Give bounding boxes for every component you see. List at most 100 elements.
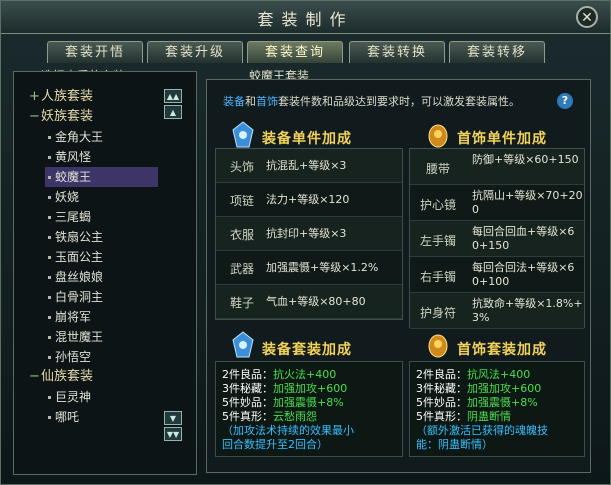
table-row: 护身符 抗致命+等级×1.8%+ 3% <box>410 293 584 329</box>
tab-suit-convert[interactable]: 套装转换 <box>349 41 445 63</box>
close-button[interactable]: ✕ <box>576 6 598 28</box>
table-row: 鞋子 气血+等级×80+80 <box>216 285 402 319</box>
bullet-icon <box>48 136 51 139</box>
set-bonus: 加强震慑+8% <box>467 396 538 409</box>
attr-value: 每回合回法+等级×6 <box>472 261 575 274</box>
set-bonus: 云愁雨怨 <box>273 410 317 423</box>
slot-label: 衣服 <box>230 228 255 242</box>
attr-value: 加强震慑+等级×1.2% <box>266 261 379 274</box>
table-row: 护心镜 抗隔山+等级×70+20 0 <box>410 185 584 221</box>
scroll-up-button[interactable]: ▲ <box>164 105 182 119</box>
blue-gem-icon <box>232 331 254 358</box>
scroll-bottom-button[interactable]: ▼▼ <box>164 427 182 441</box>
tree-item[interactable]: 妖娆 <box>29 187 159 207</box>
set-tier: 2件良品： <box>222 368 273 381</box>
slot-label: 头饰 <box>230 160 255 174</box>
bullet-icon <box>48 416 51 419</box>
tree-item[interactable]: 巨灵神 <box>29 387 159 407</box>
attr-value-cont: 3% <box>472 311 490 324</box>
set-line: 5件真形：阴蛊断情 <box>416 410 511 423</box>
set-tier: 5件妙品： <box>222 396 273 409</box>
slot-label: 左手镯 <box>420 234 457 248</box>
tab-suit-enlighten[interactable]: 套装开悟 <box>47 41 143 63</box>
info-text: 装备和首饰套装件数和品级达到要求时，可以激发套装属性。 <box>223 93 520 109</box>
table-row: 左手镯 每回合回血+等级×6 0+150 <box>410 221 584 257</box>
set-bonus: 加强震慑+8% <box>273 396 344 409</box>
tree-item[interactable]: 铁扇公主 <box>29 227 159 247</box>
set-line: 3件秘藏：加强加攻+600 <box>222 382 347 395</box>
table-row: 项链 法力+等级×120 <box>216 183 402 217</box>
tree-item[interactable]: 混世魔王 <box>29 327 159 347</box>
attr-value-cont: 0 <box>472 203 479 216</box>
tree-label: 巨灵神 <box>55 390 92 404</box>
scroll-down-button[interactable]: ▼ <box>164 411 182 425</box>
tree-label: 铁扇公主 <box>55 230 104 244</box>
attr-value: 气血+等级×80+80 <box>266 295 366 308</box>
tree-item[interactable]: 哪吒 <box>29 407 159 427</box>
tree-scrollbar[interactable]: ▲▲ ▲ ▼ ▼▼ <box>164 89 182 443</box>
tree-label: 盘丝娘娘 <box>55 270 104 284</box>
tree-category[interactable]: −妖族套装 <box>29 107 159 127</box>
slot-label: 项链 <box>230 194 255 208</box>
attr-value: 抗混乱+等级×3 <box>266 159 347 172</box>
bullet-icon <box>48 216 51 219</box>
jewel-set-title: 首饰套装加成 <box>457 342 547 358</box>
table-row: 武器 加强震慑+等级×1.2% <box>216 251 402 285</box>
tree-item[interactable]: 玉面公主 <box>29 247 159 267</box>
title-bar: 套装制作 ✕ <box>1 1 610 34</box>
set-bonus: 阴蛊断情 <box>467 410 511 423</box>
tab-suit-transfer[interactable]: 套装转移 <box>449 41 545 63</box>
tree-label: 崩将军 <box>55 310 92 324</box>
scroll-top-button[interactable]: ▲▲ <box>164 89 182 103</box>
slot-label: 右手镯 <box>420 270 457 284</box>
set-tier: 5件真形： <box>222 410 273 423</box>
attr-value: 每回合回血+等级×6 <box>472 225 575 238</box>
tree-item[interactable]: 孙悟空 <box>29 347 159 367</box>
collapse-icon[interactable]: − <box>29 107 41 127</box>
tree-item[interactable]: 三尾蝎 <box>29 207 159 227</box>
bullet-icon <box>48 176 51 179</box>
equip-single-title: 装备单件加成 <box>262 131 352 147</box>
bullet-icon <box>48 296 51 299</box>
attr-value: 防御+等级×60+150 <box>472 153 579 166</box>
tab-suit-upgrade[interactable]: 套装升级 <box>147 41 243 63</box>
equip-set-note-2: 回合数提升至2回合） <box>222 438 328 451</box>
tree-item[interactable]: 白骨洞主 <box>29 287 159 307</box>
tree-label: 孙悟空 <box>55 350 92 364</box>
attr-value: 抗隔山+等级×70+20 <box>472 189 583 202</box>
attr-value: 抗致命+等级×1.8%+ <box>472 297 583 310</box>
slot-label: 武器 <box>230 262 255 276</box>
set-bonus: 抗风法+400 <box>467 368 531 381</box>
info-and: 和 <box>245 95 256 108</box>
tree-item[interactable]: 金角大王 <box>29 127 159 147</box>
tree-category[interactable]: +人族套装 <box>29 87 159 107</box>
suit-tree: +人族套装 −妖族套装 金角大王 黄风怪 蛟魔王 妖娆 三尾蝎 铁扇公主 玉面公主 盘丝娘娘 白骨洞… <box>29 87 159 427</box>
attr-value: 法力+等级×120 <box>266 193 350 206</box>
slot-label: 护心镜 <box>420 198 457 212</box>
slot-label: 腰带 <box>426 162 451 176</box>
table-row: 衣服 抗封印+等级×3 <box>216 217 402 251</box>
attr-value-cont: 0+150 <box>472 239 510 252</box>
tree-item[interactable]: 盘丝娘娘 <box>29 267 159 287</box>
tree-item-selected[interactable]: 蛟魔王 <box>45 167 158 187</box>
set-bonus: 加强加攻+600 <box>273 382 348 395</box>
info-rest: 套装件数和品级达到要求时，可以激发套装属性。 <box>278 95 520 108</box>
collapse-icon[interactable]: − <box>29 367 41 387</box>
set-line: 2件良品：抗火法+400 <box>222 368 336 381</box>
tab-suit-query[interactable]: 套装查询 <box>247 41 343 63</box>
slot-label: 鞋子 <box>230 296 255 310</box>
info-jewel: 首饰 <box>256 95 278 108</box>
help-icon[interactable]: ? <box>557 93 573 109</box>
table-row: 腰带 防御+等级×60+150 <box>410 149 584 185</box>
attr-value: 抗封印+等级×3 <box>266 227 347 240</box>
jewel-set-box: 2件良品：抗风法+400 3件秘藏：加强加攻+600 5件妙品：加强震慑+8% … <box>409 361 585 457</box>
tree-item[interactable]: 黄风怪 <box>29 147 159 167</box>
set-tier: 2件良品： <box>416 368 467 381</box>
tree-item[interactable]: 崩将军 <box>29 307 159 327</box>
bullet-icon <box>48 236 51 239</box>
set-bonus: 加强加攻+600 <box>467 382 542 395</box>
tree-label: 妖族套装 <box>41 109 94 124</box>
tree-category[interactable]: −仙族套装 <box>29 367 159 387</box>
tree-label: 黄风怪 <box>55 150 92 164</box>
expand-icon[interactable]: + <box>29 87 41 107</box>
